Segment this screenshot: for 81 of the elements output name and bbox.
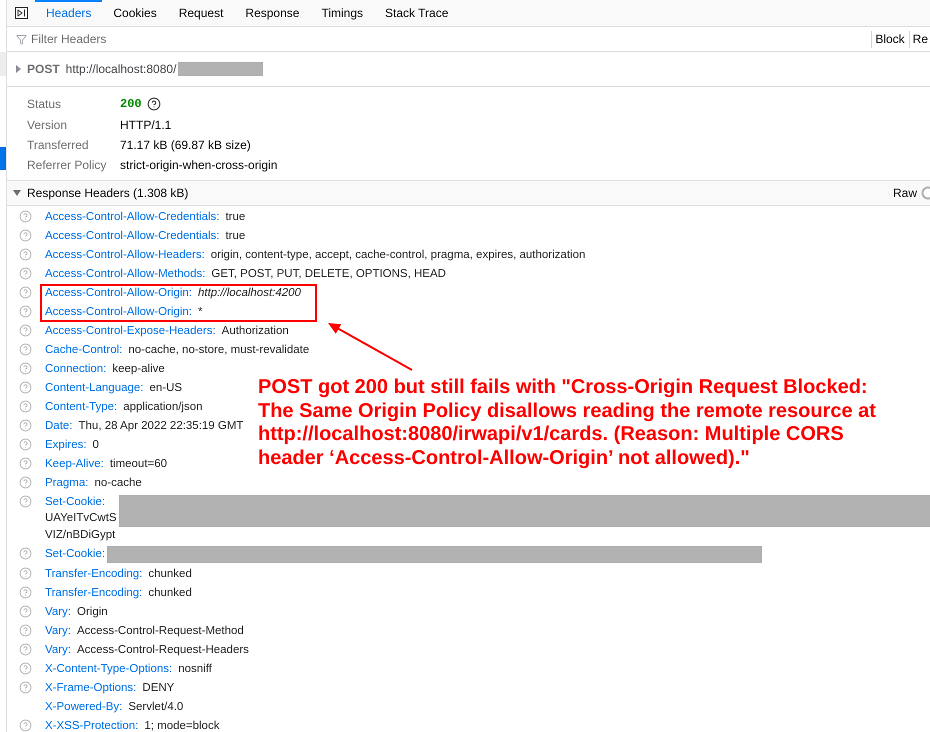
header-name: Keep-Alive:: [45, 456, 104, 472]
summary-value: strict-origin-when-cross-origin: [120, 157, 278, 174]
header-name: Pragma:: [45, 476, 88, 490]
header-name: X-Content-Type-Options:: [45, 662, 172, 676]
summary-value: HTTP/1.1: [120, 117, 172, 134]
header-value: 0: [92, 438, 99, 452]
header-value: http://localhost:4200: [198, 286, 301, 300]
status-code: 200: [120, 96, 142, 113]
sidebar-toggle-icon[interactable]: [14, 7, 28, 19]
tab[interactable]: Headers: [35, 0, 102, 26]
header-value: Authorization: [222, 324, 289, 338]
header-value: nosniff: [178, 662, 212, 676]
header-name: Access-Control-Allow-Methods:: [45, 266, 206, 282]
header-name: Expires:: [45, 438, 87, 452]
header-name: Vary:: [45, 604, 71, 620]
header-name: X-Frame-Options:: [45, 680, 136, 696]
header-name: Access-Control-Allow-Origin:: [45, 286, 192, 300]
header-value: DENY: [142, 680, 174, 696]
help-icon[interactable]: [146, 97, 161, 111]
header-name: X-Powered-By:: [45, 700, 122, 714]
caret-right-icon[interactable]: [16, 65, 21, 73]
header-value: true: [225, 210, 246, 224]
header-value: *: [198, 304, 202, 320]
caret-down-icon[interactable]: [13, 190, 21, 196]
request-method: POST: [27, 61, 60, 78]
header-value: chunked: [148, 586, 192, 600]
header-name: Cache-Control:: [45, 342, 122, 358]
summary-label: Version: [27, 117, 68, 134]
header-value: en-US: [149, 380, 182, 396]
raw-label[interactable]: Raw: [892, 184, 917, 202]
header-value: Access-Control-Request-Headers: [77, 642, 249, 658]
toolbar-button[interactable]: Block: [871, 30, 907, 48]
header-value: true: [225, 228, 246, 244]
header-name: Date:: [45, 418, 72, 434]
summary-value: 71.17 kB (69.87 kB size): [120, 137, 251, 154]
header-value: UAYeITvCwtS: [45, 510, 117, 526]
summary-label: Referrer Policy: [27, 157, 108, 174]
header-name: Access-Control-Expose-Headers:: [45, 324, 216, 338]
header-name: Content-Language:: [45, 380, 144, 396]
tab[interactable]: Response: [234, 0, 310, 26]
header-name: Transfer-Encoding:: [45, 566, 142, 582]
header-name: Content-Type:: [45, 400, 118, 414]
header-name: Vary:: [45, 642, 71, 658]
summary-label: Transferred: [27, 137, 90, 154]
header-value: Servlet/4.0: [128, 700, 184, 714]
header-name: Access-Control-Allow-Headers:: [45, 248, 205, 262]
filter-icon: [16, 34, 27, 44]
header-value: keep-alive: [112, 362, 165, 376]
filter-input[interactable]: Filter Headers: [31, 29, 870, 49]
section-title: Response Headers (1.308 kB): [27, 185, 188, 202]
header-name: X-XSS-Protection:: [45, 718, 138, 732]
header-value: Origin: [77, 604, 108, 620]
header-name: Access-Control-Allow-Origin:: [45, 304, 192, 320]
summary-label: Status: [27, 96, 62, 113]
tab[interactable]: Timings: [310, 0, 374, 26]
header-name: Access-Control-Allow-Credentials:: [45, 228, 220, 244]
header-value: no-cache, no-store, must-revalidate: [128, 342, 310, 358]
tab[interactable]: Cookies: [102, 0, 168, 26]
request-url: http://localhost:8080/: [66, 61, 176, 78]
header-name: Connection:: [45, 362, 106, 376]
header-value: 1; mode=block: [144, 718, 220, 732]
header-value: Access-Control-Request-Method: [77, 624, 244, 638]
header-value: chunked: [148, 566, 192, 582]
header-value: Thu, 28 Apr 2022 22:35:19 GMT: [78, 418, 244, 434]
header-value: origin, content-type, accept, cache-control, pragma, expires, authorization: [210, 248, 586, 262]
tab[interactable]: Stack Trace: [374, 0, 460, 26]
header-value: application/json: [123, 400, 203, 414]
header-name: Access-Control-Allow-Credentials:: [45, 210, 220, 224]
header-name: Set-Cookie:: [45, 546, 106, 562]
header-name: Set-Cookie:: [45, 494, 106, 510]
header-value: VIZ/nBDiGypt: [45, 528, 116, 542]
tab[interactable]: Request: [168, 0, 234, 26]
annotation-text: POST got 200 but still fails with "Cross-Origin Request Blocked: The Same Origin Policy disallows reading the remote resource at http://localhost:8080/irwapi/v1/cards. (Reason: Multiple CORS header ‘Access-Control-Allow-Origin’ not allowed).": [258, 376, 876, 470]
header-value: no-cache: [94, 476, 142, 490]
header-value: GET, POST, PUT, DELETE, OPTIONS, HEAD: [211, 266, 446, 282]
toggle-switch[interactable]: [921, 186, 930, 200]
header-value: timeout=60: [110, 456, 168, 472]
header-name: Transfer-Encoding:: [45, 586, 142, 600]
list-row-edge: [0, 52, 6, 76]
header-name: Vary:: [45, 624, 71, 638]
toolbar-button[interactable]: Re: [908, 30, 930, 48]
